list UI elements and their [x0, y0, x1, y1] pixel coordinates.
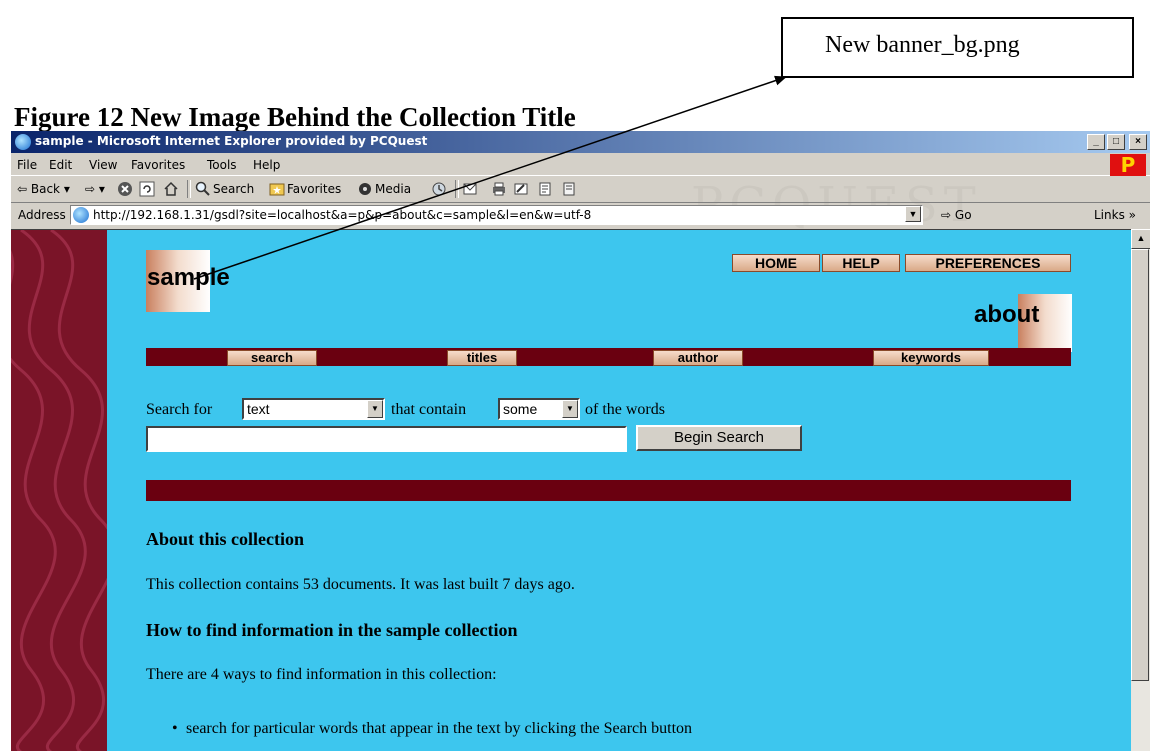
- mail-icon[interactable]: [463, 181, 479, 197]
- scroll-up-button[interactable]: ▲: [1131, 229, 1150, 249]
- nav-author[interactable]: author: [653, 350, 743, 366]
- back-button[interactable]: ⇦ Back ▾: [17, 182, 70, 196]
- search-button[interactable]: Search: [213, 182, 254, 196]
- decorative-side-strip: [11, 230, 107, 751]
- discuss-icon[interactable]: [537, 181, 553, 197]
- vertical-scrollbar[interactable]: ▲: [1131, 229, 1150, 751]
- callout-label: New banner_bg.png: [825, 32, 1020, 58]
- about-text: This collection contains 53 documents. I…: [146, 576, 575, 593]
- search-mode-value: some: [503, 401, 538, 417]
- brand-logo: P: [1110, 154, 1146, 176]
- standard-toolbar: ⇦ Back ▾ ⇨ ▾ Search Favorites Media: [11, 176, 1150, 203]
- edit-icon[interactable]: [513, 181, 529, 197]
- search-middle-label: that contain: [391, 401, 467, 418]
- go-arrow-icon: ⇨: [941, 208, 952, 222]
- history-icon[interactable]: [431, 181, 447, 197]
- find-text: There are 4 ways to find information in …: [146, 666, 497, 683]
- nav-keywords[interactable]: keywords: [873, 350, 989, 366]
- browser-window: sample - Microsoft Internet Explorer pro…: [10, 131, 1150, 751]
- chevron-down-icon: ▼: [367, 400, 383, 418]
- begin-search-button[interactable]: Begin Search: [636, 425, 802, 451]
- go-button[interactable]: ⇨ Go: [941, 208, 972, 222]
- forward-button[interactable]: ⇨ ▾: [85, 182, 105, 196]
- search-field-select[interactable]: text ▼: [242, 398, 385, 420]
- window-title: sample - Microsoft Internet Explorer pro…: [35, 134, 428, 148]
- collection-title: sample: [147, 264, 230, 291]
- swirl-pattern: [11, 230, 107, 751]
- stop-icon[interactable]: [117, 181, 133, 197]
- menu-favorites[interactable]: Favorites: [131, 158, 185, 172]
- help-link[interactable]: HELP: [822, 254, 900, 272]
- preferences-link[interactable]: PREFERENCES: [905, 254, 1071, 272]
- scroll-thumb[interactable]: [1131, 249, 1149, 681]
- search-suffix-label: of the words: [585, 401, 665, 418]
- close-button[interactable]: ×: [1129, 134, 1147, 150]
- chevron-down-icon: ▼: [562, 400, 578, 418]
- search-mode-select[interactable]: some ▼: [498, 398, 580, 420]
- address-label: Address: [18, 208, 66, 222]
- menu-tools[interactable]: Tools: [207, 158, 237, 172]
- home-icon[interactable]: [163, 181, 179, 197]
- callout-box: New banner_bg.png: [781, 17, 1134, 78]
- page-title: about: [974, 301, 1040, 328]
- ie-icon: [15, 134, 31, 150]
- favorites-button[interactable]: Favorites: [287, 182, 341, 196]
- page-icon: [73, 207, 89, 223]
- address-bar: Address http://192.168.1.31/gsdl?site=lo…: [11, 203, 1150, 227]
- menu-bar: File Edit View Favorites Tools Help: [11, 153, 1150, 176]
- refresh-icon[interactable]: [139, 181, 155, 197]
- home-link[interactable]: HOME: [732, 254, 820, 272]
- go-label: Go: [954, 208, 972, 222]
- search-prefix-label: Search for: [146, 401, 213, 418]
- media-icon: [359, 183, 371, 195]
- search-field-value: text: [247, 401, 270, 417]
- address-dropdown-button[interactable]: ▼: [905, 206, 921, 222]
- links-button[interactable]: Links »: [1094, 208, 1136, 222]
- media-button[interactable]: Media: [375, 182, 411, 196]
- divider-bar: [146, 480, 1071, 501]
- print-icon[interactable]: [491, 181, 507, 197]
- menu-help[interactable]: Help: [253, 158, 280, 172]
- list-item: search for particular words that appear …: [172, 720, 692, 738]
- find-heading: How to find information in the sample co…: [146, 620, 518, 640]
- about-heading: About this collection: [146, 529, 305, 549]
- page-viewport: sample HOME HELP PREFERENCES about searc…: [11, 229, 1131, 751]
- menu-file[interactable]: File: [17, 158, 37, 172]
- address-field[interactable]: http://192.168.1.31/gsdl?site=localhost&…: [70, 205, 923, 225]
- search-query-input[interactable]: [146, 426, 627, 452]
- minimize-button[interactable]: _: [1087, 134, 1105, 150]
- menu-view[interactable]: View: [89, 158, 117, 172]
- favorites-icon: [269, 183, 285, 196]
- title-bar: sample - Microsoft Internet Explorer pro…: [11, 131, 1150, 153]
- nav-titles[interactable]: titles: [447, 350, 517, 366]
- url-text: http://192.168.1.31/gsdl?site=localhost&…: [93, 208, 592, 222]
- menu-edit[interactable]: Edit: [49, 158, 72, 172]
- nav-search[interactable]: search: [227, 350, 317, 366]
- search-icon: [195, 181, 210, 196]
- figure-caption: Figure 12 New Image Behind the Collectio…: [14, 102, 576, 132]
- research-icon[interactable]: [561, 181, 577, 197]
- maximize-button[interactable]: □: [1107, 134, 1125, 150]
